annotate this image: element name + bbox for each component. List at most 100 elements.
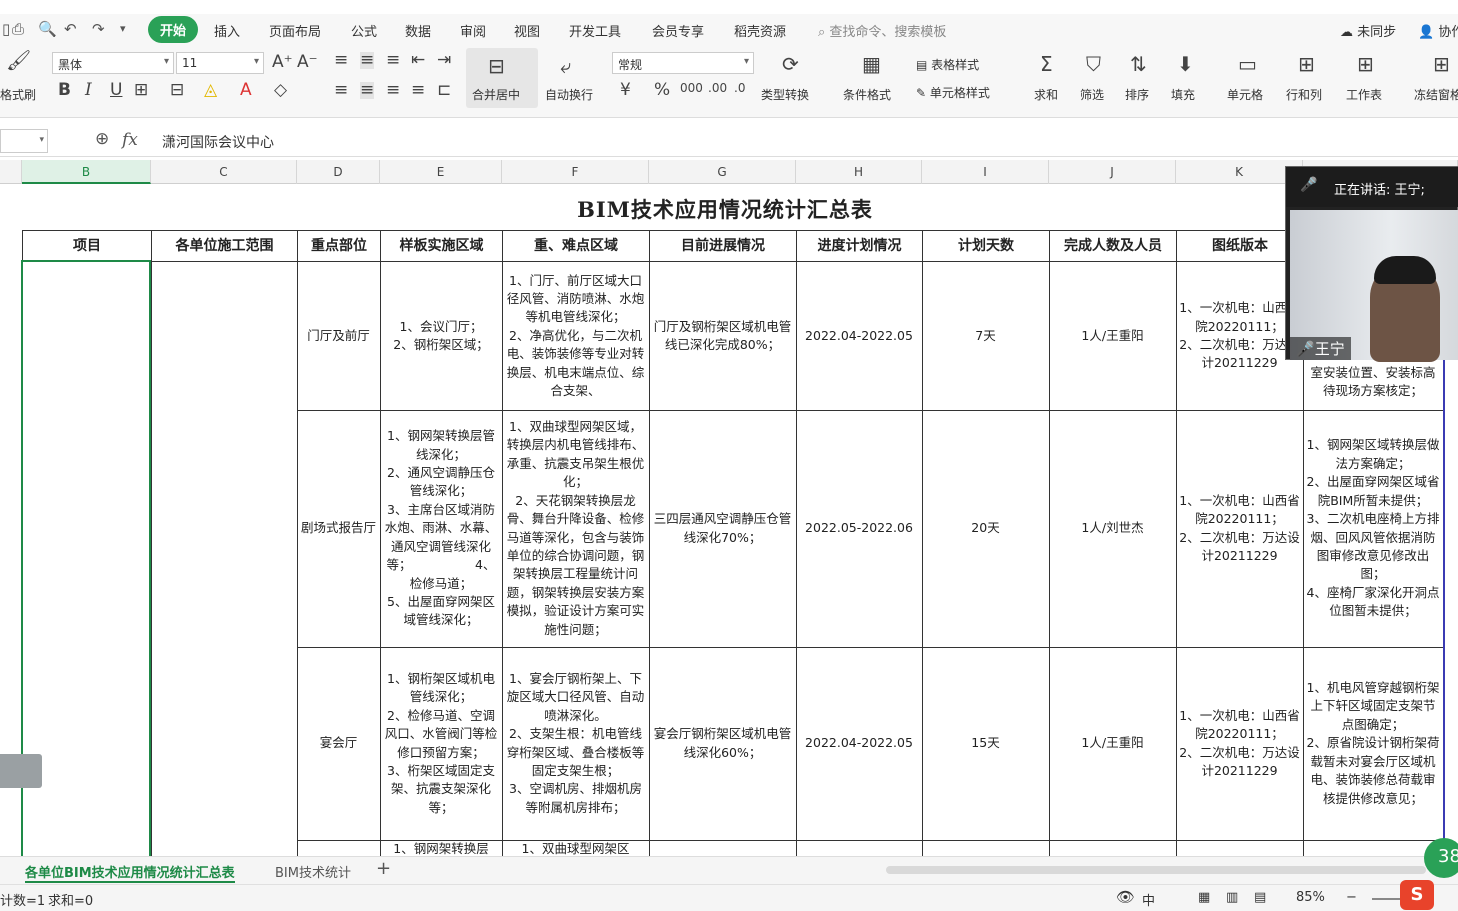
border-icon[interactable]: ⊞: [134, 82, 148, 99]
col-header-j[interactable]: J: [1049, 160, 1176, 184]
align-left-icon[interactable]: ≡: [334, 82, 348, 99]
currency-icon[interactable]: ¥: [620, 82, 631, 99]
fill-label[interactable]: 填充: [1171, 86, 1195, 103]
file-icon[interactable]: ▯: [2, 20, 10, 38]
number-format-select[interactable]: 常规 ▾: [612, 52, 754, 74]
cell-plan[interactable]: 2022.04-2022.05: [796, 262, 922, 410]
col-header-i[interactable]: I: [922, 160, 1049, 184]
cell-people[interactable]: 1人/王重阳: [1049, 262, 1176, 410]
cell-difficult[interactable]: 1、宴会厅钢桁架上、下旋区域大口径风管、自动喷淋深化。 2、支架生根：机电管线穿…: [502, 647, 649, 840]
sheet-grid[interactable]: BIM技术应用情况统计汇总表 项目 各单位施工范围 重点部位 样板实施区域 重、…: [0, 184, 1458, 856]
cell-difficult[interactable]: 1、双曲球型网架区域，转换层内机电管线排布、承重、抗震支吊架生根优化； 2、天花…: [502, 410, 649, 647]
cell-drawing[interactable]: 1、一次机电：山西省院20220111； 2、二次机电：万达设计20211229: [1176, 262, 1303, 410]
italic-icon[interactable]: I: [85, 82, 92, 99]
preview-icon[interactable]: 🔍: [38, 20, 57, 38]
floating-badge[interactable]: 38: [1424, 838, 1458, 878]
cell-label[interactable]: 单元格: [1227, 86, 1263, 103]
formula-content[interactable]: 潇河国际会议中心: [162, 132, 274, 152]
header-schedule[interactable]: 进度计划情况: [796, 230, 922, 262]
fx-icon[interactable]: fx: [122, 130, 138, 150]
eye-icon[interactable]: 👁: [1116, 888, 1135, 906]
thousands-icon[interactable]: 000: [680, 82, 703, 94]
cell-plan[interactable]: 2022.05-2022.06: [796, 410, 922, 647]
fill-icon[interactable]: ⬇: [1177, 54, 1194, 74]
horizontal-scrollbar[interactable]: [886, 866, 1426, 874]
cell-plan[interactable]: 2022.04-2022.05: [796, 647, 922, 840]
sheet-tab-summary[interactable]: 各单位BIM技术应用情况统计汇总表: [25, 862, 235, 883]
wps-logo-icon[interactable]: S: [1400, 880, 1434, 910]
cell-people[interactable]: [1049, 840, 1176, 856]
cell-style-button[interactable]: ✎ 单元格样式: [916, 84, 990, 101]
zoom-level[interactable]: 85%: [1296, 890, 1325, 905]
type-convert-label[interactable]: 类型转换: [761, 86, 809, 103]
redo-icon[interactable]: ↷: [92, 20, 105, 38]
page-layout-view-icon[interactable]: ▥: [1226, 890, 1238, 905]
filter-icon[interactable]: ⛉: [1086, 54, 1101, 74]
freeze-label[interactable]: 冻结窗格: [1414, 86, 1458, 103]
add-sheet-icon[interactable]: +: [376, 858, 391, 879]
col-header-h[interactable]: H: [796, 160, 922, 184]
sum-label[interactable]: 求和: [1034, 86, 1058, 103]
font-size-select[interactable]: 11 ▾: [176, 52, 264, 74]
sum-icon[interactable]: Σ: [1040, 54, 1053, 74]
col-header-f[interactable]: F: [502, 160, 649, 184]
type-convert-icon[interactable]: ⟳: [782, 54, 799, 74]
cell-days[interactable]: 7天: [922, 262, 1049, 410]
header-difficult-area[interactable]: 重、难点区域: [502, 230, 649, 262]
font-color-icon[interactable]: A: [240, 82, 252, 99]
menu-page-layout[interactable]: 页面布局: [269, 21, 321, 40]
cell-progress[interactable]: 三四层通风空调静压仓管线深化70%；: [649, 410, 796, 647]
wrap-text-icon[interactable]: ⤶: [560, 56, 571, 76]
cell-sample[interactable]: 1、钢网架转换层: [380, 840, 502, 856]
sort-label[interactable]: 排序: [1125, 86, 1149, 103]
print-icon[interactable]: ⎙: [12, 20, 24, 38]
row-col-icon[interactable]: ⊞: [1298, 54, 1315, 74]
clear-icon[interactable]: ◇: [274, 82, 287, 99]
conditional-format-icon[interactable]: ▦: [862, 54, 881, 74]
cell-people[interactable]: 1人/王重阳: [1049, 647, 1176, 840]
merge-center-button[interactable]: ⊟ 合并居中: [466, 48, 538, 108]
page-break-view-icon[interactable]: ▤: [1254, 890, 1266, 905]
col-header-k[interactable]: K: [1176, 160, 1303, 184]
cell-drawing[interactable]: [1176, 840, 1303, 856]
header-key-part[interactable]: 重点部位: [297, 230, 380, 262]
cell-plan[interactable]: [796, 840, 922, 856]
sheet-tab-bim[interactable]: BIM技术统计: [275, 862, 351, 881]
customize-icon[interactable]: ▾: [120, 22, 126, 35]
filter-label[interactable]: 筛选: [1080, 86, 1104, 103]
collab-button[interactable]: 👤 协作: [1418, 21, 1458, 40]
align-bottom-icon[interactable]: ≡: [386, 52, 400, 69]
header-days[interactable]: 计划天数: [922, 230, 1049, 262]
cell-issue[interactable]: 室安装位置、安装标高待现场方案核定；: [1303, 354, 1443, 410]
justify-icon[interactable]: ≡: [411, 82, 425, 99]
header-drawing[interactable]: 图纸版本: [1176, 230, 1303, 262]
side-panel-toggle[interactable]: [0, 754, 42, 788]
fill-color-icon[interactable]: ◬: [204, 82, 217, 99]
cell-drawing[interactable]: 1、一次机电：山西省院20220111； 2、二次机电：万达设计20211229: [1176, 410, 1303, 647]
cell-days[interactable]: 20天: [922, 410, 1049, 647]
menu-start[interactable]: 开始: [148, 16, 199, 43]
sheet-title[interactable]: BIM技术应用情况统计汇总表: [150, 194, 1300, 224]
cell-icon[interactable]: ▭: [1238, 54, 1257, 74]
cell-progress[interactable]: [649, 840, 796, 856]
cell-difficult[interactable]: 1、门厅、前厅区域大口径风管、消防喷淋、水炮等机电管线深化； 2、净高优化，与二…: [502, 262, 649, 410]
col-header-g[interactable]: G: [649, 160, 796, 184]
percent-icon[interactable]: %: [654, 82, 670, 99]
normal-view-icon[interactable]: ▦: [1198, 890, 1210, 905]
header-project[interactable]: 项目: [22, 230, 151, 262]
font-name-select[interactable]: 黑体 ▾: [52, 52, 174, 74]
align-top-icon[interactable]: ≡: [334, 52, 348, 69]
name-box[interactable]: ▾: [0, 129, 48, 153]
decimal-decrease-icon[interactable]: .0: [734, 82, 745, 94]
cell-days[interactable]: 15天: [922, 647, 1049, 840]
sync-status[interactable]: ☁ 未同步: [1340, 21, 1396, 40]
col-header-d[interactable]: D: [297, 160, 380, 184]
sort-icon[interactable]: ⇅: [1130, 54, 1147, 74]
freeze-icon[interactable]: ⊞: [1433, 54, 1450, 74]
worksheet-icon[interactable]: ⊞: [1357, 54, 1374, 74]
wrap-text-label[interactable]: 自动换行: [545, 86, 593, 103]
header-people[interactable]: 完成人数及人员: [1049, 230, 1176, 262]
col-header-a[interactable]: [0, 160, 22, 184]
menu-member[interactable]: 会员专享: [652, 21, 704, 40]
header-sample-area[interactable]: 样板实施区域: [380, 230, 502, 262]
